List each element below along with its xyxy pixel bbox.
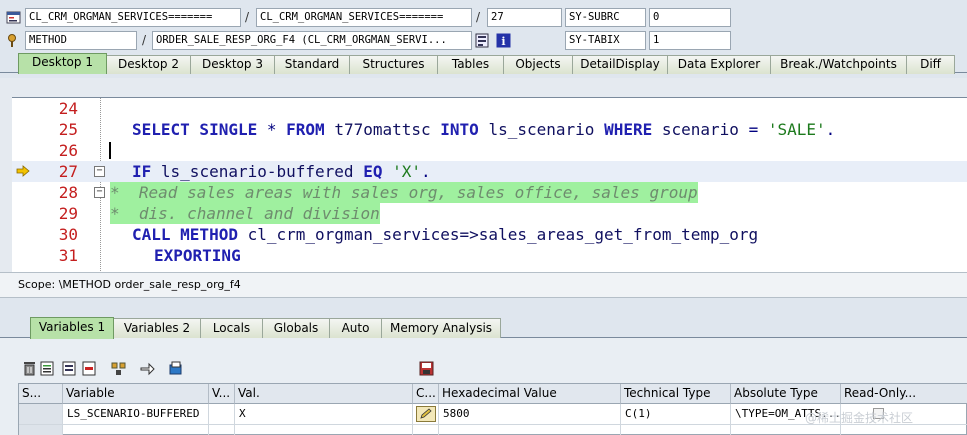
line-number: 25	[58, 120, 78, 139]
tab-detail-display[interactable]: DetailDisplay	[572, 55, 668, 74]
column-header-value[interactable]: Val.	[235, 384, 413, 404]
sy-tabix-value: 1	[649, 31, 731, 50]
tab-objects[interactable]: Objects	[503, 55, 573, 74]
line-number: 28	[58, 183, 78, 202]
line-number: 31	[58, 246, 78, 265]
event-type-field[interactable]: METHOD	[25, 31, 137, 50]
line-number: 30	[58, 225, 78, 244]
desktop-tab-bar: Desktop 1 Desktop 2 Desktop 3 Standard S…	[0, 53, 967, 74]
new-list-icon[interactable]	[39, 360, 56, 377]
sy-tabix-label: SY-TABIX	[565, 31, 646, 50]
current-line-arrow-icon	[16, 165, 30, 177]
tab-locals[interactable]: Locals	[200, 318, 263, 338]
delete-row-icon[interactable]	[81, 360, 98, 377]
svg-text:i: i	[501, 35, 505, 48]
line-number: 29	[58, 204, 78, 223]
column-header-technical-type[interactable]: Technical Type	[621, 384, 731, 404]
code-line: 28 − * Read sales areas with sales org, …	[12, 182, 967, 203]
line-field[interactable]: 27	[487, 8, 562, 27]
save-icon[interactable]	[418, 360, 435, 377]
variables-tab-bar: Variables 1 Variables 2 Locals Globals A…	[0, 316, 967, 339]
navigate-icon[interactable]	[139, 360, 156, 377]
code-line: 25 SELECT SINGLE * FROM t77omattsc INTO …	[12, 119, 967, 140]
cell-hex[interactable]: 5800	[439, 404, 621, 425]
program-icon	[6, 11, 21, 24]
tab-standard[interactable]: Standard	[274, 55, 350, 74]
source-display-icon[interactable]	[475, 33, 490, 48]
tab-structures[interactable]: Structures	[349, 55, 438, 74]
tab-variables-2[interactable]: Variables 2	[113, 318, 201, 338]
scope-bar: Scope: \METHOD order_sale_resp_org_f4	[0, 272, 967, 298]
cell-variable[interactable]: LS_SCENARIO-BUFFERED	[63, 404, 209, 425]
tab-diff[interactable]: Diff	[906, 55, 955, 74]
info-row-1: CL_CRM_ORGMAN_SERVICES======= / CL_CRM_O…	[0, 8, 967, 28]
tab-breakpoints[interactable]: Break./Watchpoints	[770, 55, 907, 74]
column-header-variable[interactable]: Variable	[63, 384, 209, 404]
line-number: 26	[58, 141, 78, 160]
code-line: 30 CALL METHOD cl_crm_orgman_services=>s…	[12, 224, 967, 245]
method-icon	[8, 34, 16, 47]
code-comment: * dis. channel and division	[110, 203, 380, 224]
edit-pencil-icon[interactable]	[416, 406, 436, 422]
column-header-hex[interactable]: Hexadecimal Value	[439, 384, 621, 404]
delete-icon[interactable]	[21, 360, 38, 377]
code-line: 24	[12, 98, 967, 119]
tab-desktop-3[interactable]: Desktop 3	[190, 55, 275, 74]
code-editor[interactable]: 24 25 SELECT SINGLE * FROM t77omattsc IN…	[12, 97, 967, 272]
column-header-v[interactable]: V...	[209, 384, 235, 404]
cell-change[interactable]	[413, 404, 439, 425]
code-comment: * Read sales areas with sales org, sales…	[110, 182, 698, 203]
info-icon[interactable]: i	[496, 33, 511, 48]
tab-variables-1[interactable]: Variables 1	[30, 317, 114, 339]
program-field-2[interactable]: CL_CRM_ORGMAN_SERVICES=======	[256, 8, 472, 27]
tab-memory-analysis[interactable]: Memory Analysis	[381, 318, 501, 338]
tab-globals[interactable]: Globals	[262, 318, 330, 338]
tab-tables[interactable]: Tables	[437, 55, 504, 74]
program-field-1[interactable]: CL_CRM_ORGMAN_SERVICES=======	[25, 8, 241, 27]
cell-value[interactable]: X	[235, 404, 413, 425]
info-row-2: METHOD / ORDER_SALE_RESP_ORG_F4 (CL_CRM_…	[0, 31, 967, 51]
row-selector[interactable]	[19, 404, 63, 425]
fold-toggle[interactable]: −	[94, 166, 105, 177]
tab-auto[interactable]: Auto	[329, 318, 382, 338]
fold-toggle[interactable]: −	[94, 187, 105, 198]
event-name-field[interactable]: ORDER_SALE_RESP_ORG_F4 (CL_CRM_ORGMAN_SE…	[152, 31, 472, 50]
group-icon[interactable]	[110, 360, 127, 377]
column-header-read-only[interactable]: Read-Only...	[841, 384, 967, 404]
watermark: @稀土掘金技术社区	[805, 411, 914, 425]
code-text: IF ls_scenario-buffered EQ 'X'.	[132, 162, 431, 181]
code-line-current: 27 − IF ls_scenario-buffered EQ 'X'.	[12, 161, 967, 182]
sy-subrc-value: 0	[649, 8, 731, 27]
detail-icon[interactable]	[61, 360, 78, 377]
cell-technical-type[interactable]: C(1)	[621, 404, 731, 425]
tab-desktop-1[interactable]: Desktop 1	[18, 53, 107, 74]
code-text: SELECT SINGLE * FROM t77omattsc INTO ls_…	[132, 120, 836, 139]
tab-desktop-2[interactable]: Desktop 2	[106, 55, 191, 74]
tab-data-explorer[interactable]: Data Explorer	[667, 55, 771, 74]
cell-v	[209, 404, 235, 425]
code-text: CALL METHOD cl_crm_orgman_services=>sale…	[132, 225, 759, 244]
code-line: 26	[12, 140, 967, 161]
column-header-absolute-type[interactable]: Absolute Type	[731, 384, 841, 404]
line-number: 24	[58, 99, 78, 118]
sy-subrc-label: SY-SUBRC	[565, 8, 646, 27]
code-text: EXPORTING	[154, 246, 241, 265]
code-line: 31 EXPORTING	[12, 245, 967, 266]
import-icon[interactable]	[167, 360, 184, 377]
code-line: 29 * dis. channel and division	[12, 203, 967, 224]
column-header-status[interactable]: S...	[19, 384, 63, 404]
column-header-change[interactable]: C...	[413, 384, 439, 404]
